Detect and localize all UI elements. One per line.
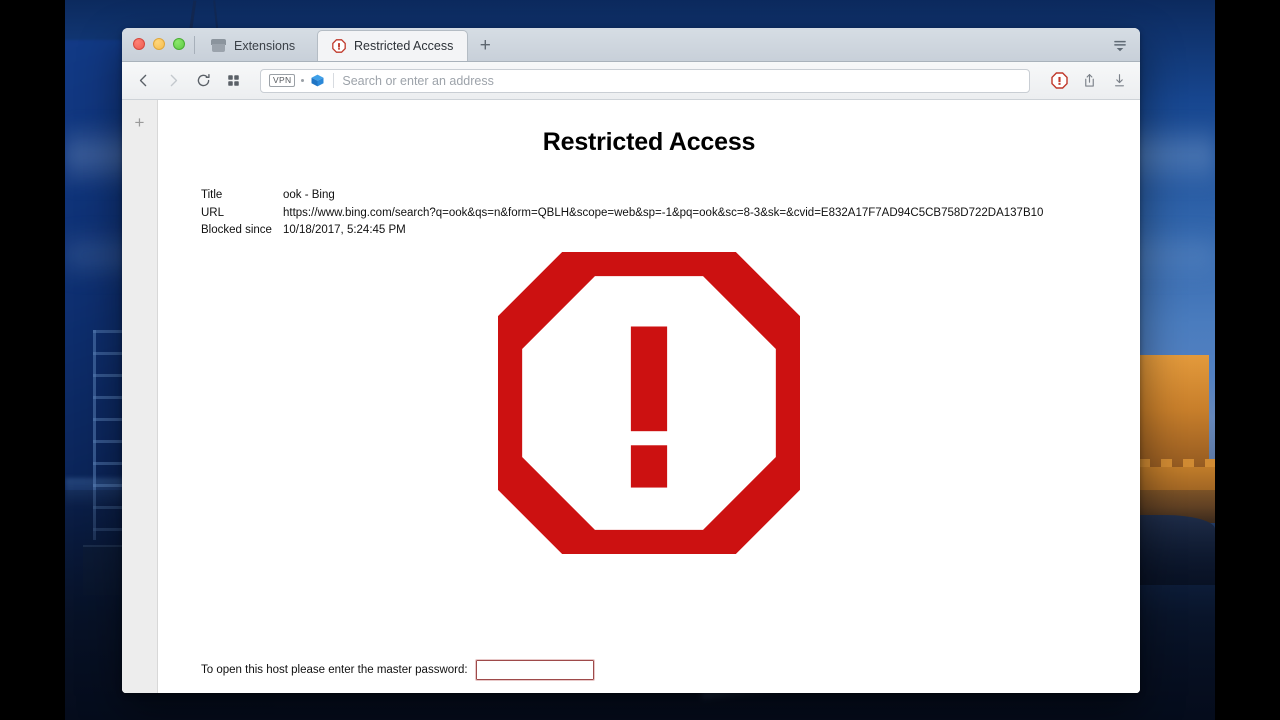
table-row: Title ook - Bing [201, 187, 1043, 205]
stop-sign-extension-button[interactable] [1048, 70, 1070, 92]
downloads-button[interactable] [1108, 70, 1130, 92]
table-row: URL https://www.bing.com/search?q=ook&qs… [201, 205, 1043, 223]
new-tab-button[interactable]: + [470, 31, 500, 61]
detail-value-title: ook - Bing [283, 187, 1043, 205]
toolbar-actions [1044, 70, 1130, 92]
vpn-badge: VPN [269, 74, 295, 87]
address-input[interactable]: Search or enter an address [342, 74, 493, 88]
tab-restricted-access-label: Restricted Access [354, 39, 453, 53]
stop-sign-graphic-wrapper [158, 252, 1140, 559]
extensions-sidebar: + [122, 100, 158, 693]
back-button[interactable] [130, 68, 156, 94]
address-separator-dot [301, 79, 304, 82]
address-bar[interactable]: VPN Search or enter an address [260, 69, 1030, 93]
tab-bar: Extensions Restricted Access + [122, 28, 1140, 62]
zoom-window-button[interactable] [173, 38, 185, 50]
desktop: Extensions Restricted Access + [0, 0, 1280, 720]
block-details: Title ook - Bing URL https://www.bing.co… [201, 187, 1140, 240]
stop-sign-icon [332, 39, 346, 53]
tab-stack-icon[interactable] [1108, 34, 1132, 56]
detail-key-blocked-since: Blocked since [201, 222, 283, 240]
tab-extensions-label: Extensions [234, 39, 295, 53]
detail-value-blocked-since: 10/18/2017, 5:24:45 PM [283, 222, 1043, 240]
tab-extensions[interactable]: Extensions [197, 31, 317, 61]
detail-key-url: URL [201, 205, 283, 223]
table-row: Blocked since 10/18/2017, 5:24:45 PM [201, 222, 1043, 240]
window-body: + Restricted Access Title ook - Bing URL… [122, 100, 1140, 693]
detail-key-title: Title [201, 187, 283, 205]
blue-cube-icon [310, 73, 325, 88]
page-title: Restricted Access [158, 128, 1140, 157]
stop-sign-exclamation-icon [498, 252, 800, 559]
detail-value-url: https://www.bing.com/search?q=ook&qs=n&f… [283, 205, 1043, 223]
master-password-label: To open this host please enter the maste… [201, 664, 468, 676]
browser-window: Extensions Restricted Access + [122, 28, 1140, 693]
block-details-table: Title ook - Bing URL https://www.bing.co… [201, 187, 1043, 240]
tab-restricted-access[interactable]: Restricted Access [317, 30, 468, 61]
minimize-window-button[interactable] [153, 38, 165, 50]
page-content: Restricted Access Title ook - Bing URL h… [158, 100, 1140, 693]
plus-icon[interactable]: + [129, 111, 151, 133]
reload-button[interactable] [190, 68, 216, 94]
forward-button[interactable] [160, 68, 186, 94]
speed-dial-button[interactable] [220, 68, 246, 94]
address-bar-divider [333, 73, 334, 88]
window-controls [122, 28, 194, 61]
extensions-box-icon [211, 39, 226, 53]
share-button[interactable] [1078, 70, 1100, 92]
browser-toolbar: VPN Search or enter an address [122, 62, 1140, 100]
master-password-prompt: To open this host please enter the maste… [158, 647, 1140, 693]
close-window-button[interactable] [133, 38, 145, 50]
tabbar-divider [194, 36, 195, 54]
master-password-input[interactable] [476, 660, 594, 680]
